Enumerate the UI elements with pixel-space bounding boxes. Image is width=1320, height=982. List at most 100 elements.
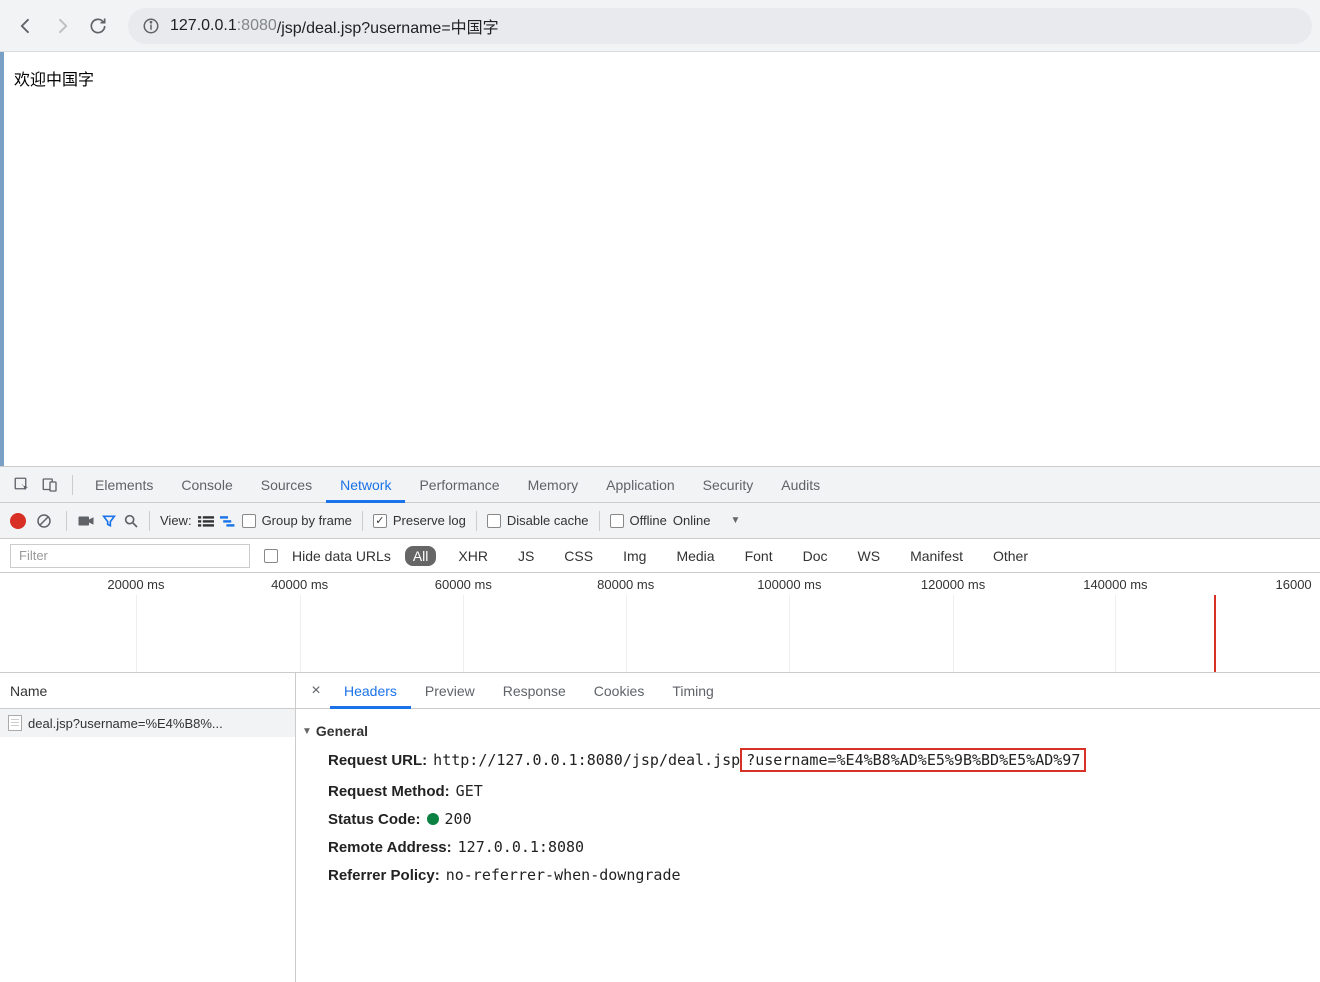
detail-tab-preview[interactable]: Preview bbox=[411, 673, 489, 709]
filter-placeholder: Filter bbox=[19, 548, 48, 563]
tab-memory[interactable]: Memory bbox=[514, 467, 593, 503]
offline-label: Offline bbox=[630, 513, 667, 528]
request-url-label: Request URL: bbox=[328, 752, 427, 769]
filter-css[interactable]: CSS bbox=[556, 546, 601, 566]
tab-performance[interactable]: Performance bbox=[405, 467, 513, 503]
tab-application[interactable]: Application bbox=[592, 467, 689, 503]
group-by-frame-label: Group by frame bbox=[262, 513, 352, 528]
document-icon bbox=[8, 715, 22, 731]
network-timeline[interactable]: 20000 ms 40000 ms 60000 ms 80000 ms 1000… bbox=[0, 573, 1320, 673]
filter-other[interactable]: Other bbox=[985, 546, 1036, 566]
offline-checkbox[interactable] bbox=[610, 514, 624, 528]
request-url-prefix: http://127.0.0.1:8080/jsp/deal.jsp bbox=[433, 751, 740, 769]
filter-img[interactable]: Img bbox=[615, 546, 654, 566]
tab-network[interactable]: Network bbox=[326, 467, 405, 503]
timeline-tick: 20000 ms bbox=[107, 577, 164, 592]
referrer-policy-label: Referrer Policy: bbox=[328, 867, 440, 884]
request-url-query-highlight: ?username=%E4%B8%AD%E5%9B%BD%E5%AD%97 bbox=[740, 748, 1086, 772]
address-bar[interactable]: 127.0.0.1:8080/jsp/deal.jsp?username=中国字 bbox=[128, 8, 1312, 44]
reload-button[interactable] bbox=[80, 8, 116, 44]
tab-console[interactable]: Console bbox=[167, 467, 246, 503]
filter-doc[interactable]: Doc bbox=[795, 546, 836, 566]
separator bbox=[599, 511, 600, 531]
filter-xhr[interactable]: XHR bbox=[450, 546, 496, 566]
timeline-tick: 100000 ms bbox=[757, 577, 821, 592]
remote-address-value: 127.0.0.1:8080 bbox=[458, 838, 584, 856]
list-view-icon[interactable] bbox=[198, 515, 214, 527]
preserve-log-checkbox[interactable] bbox=[373, 514, 387, 528]
section-general-label: General bbox=[316, 723, 368, 739]
filter-toggle-icon[interactable] bbox=[101, 513, 117, 529]
section-general[interactable]: General bbox=[302, 719, 1314, 743]
request-row[interactable]: deal.jsp?username=%E4%B8%... bbox=[0, 709, 295, 737]
status-dot-icon bbox=[427, 813, 439, 825]
filter-all[interactable]: All bbox=[405, 546, 437, 566]
url-path: /jsp/deal.jsp?username=中国字 bbox=[277, 14, 499, 38]
timeline-tick: 16000 bbox=[1276, 577, 1312, 592]
timeline-marker bbox=[1214, 595, 1216, 672]
request-list: Name deal.jsp?username=%E4%B8%... bbox=[0, 673, 296, 982]
tab-elements[interactable]: Elements bbox=[81, 467, 167, 503]
info-icon[interactable] bbox=[142, 17, 160, 35]
clear-button[interactable] bbox=[32, 512, 56, 530]
request-detail: × Headers Preview Response Cookies Timin… bbox=[296, 673, 1320, 982]
hide-data-urls-label: Hide data URLs bbox=[292, 548, 391, 564]
waterfall-view-icon[interactable] bbox=[220, 515, 236, 527]
preserve-log-label: Preserve log bbox=[393, 513, 466, 528]
browser-toolbar: 127.0.0.1:8080/jsp/deal.jsp?username=中国字 bbox=[0, 0, 1320, 52]
disable-cache-checkbox[interactable] bbox=[487, 514, 501, 528]
filter-media[interactable]: Media bbox=[668, 546, 722, 566]
timeline-grid bbox=[0, 595, 1320, 672]
throttling-value: Online bbox=[673, 513, 711, 528]
row-request-url: Request URL: http://127.0.0.1:8080/jsp/d… bbox=[302, 743, 1314, 777]
tab-audits[interactable]: Audits bbox=[767, 467, 834, 503]
throttling-select[interactable]: Online ▼ bbox=[673, 513, 740, 528]
dropdown-arrow-icon: ▼ bbox=[730, 515, 740, 526]
row-referrer-policy: Referrer Policy: no-referrer-when-downgr… bbox=[302, 861, 1314, 889]
search-icon[interactable] bbox=[123, 513, 139, 529]
view-label: View: bbox=[160, 513, 192, 528]
timeline-tick: 40000 ms bbox=[271, 577, 328, 592]
remote-address-label: Remote Address: bbox=[328, 839, 452, 856]
network-toolbar: View: Group by frame Preserve log Disabl… bbox=[0, 503, 1320, 539]
detail-tab-response[interactable]: Response bbox=[489, 673, 580, 709]
status-code-label: Status Code: bbox=[328, 811, 421, 828]
group-by-frame-checkbox[interactable] bbox=[242, 514, 256, 528]
timeline-tick: 140000 ms bbox=[1083, 577, 1147, 592]
hide-data-urls-checkbox[interactable] bbox=[264, 549, 278, 563]
forward-button[interactable] bbox=[44, 8, 80, 44]
back-button[interactable] bbox=[8, 8, 44, 44]
tab-sources[interactable]: Sources bbox=[247, 467, 326, 503]
filter-ws[interactable]: WS bbox=[850, 546, 889, 566]
detail-tab-timing[interactable]: Timing bbox=[658, 673, 728, 709]
separator bbox=[362, 511, 363, 531]
devtools-tabbar: Elements Console Sources Network Perform… bbox=[0, 467, 1320, 503]
separator bbox=[149, 511, 150, 531]
detail-tab-cookies[interactable]: Cookies bbox=[580, 673, 659, 709]
request-method-value: GET bbox=[456, 782, 483, 800]
tab-security[interactable]: Security bbox=[689, 467, 768, 503]
devtools-panel: Elements Console Sources Network Perform… bbox=[0, 466, 1320, 982]
request-list-header[interactable]: Name bbox=[0, 673, 295, 709]
detail-body: General Request URL: http://127.0.0.1:80… bbox=[296, 709, 1320, 982]
toggle-device-icon[interactable] bbox=[36, 471, 64, 499]
detail-tab-headers[interactable]: Headers bbox=[330, 673, 411, 709]
filter-manifest[interactable]: Manifest bbox=[902, 546, 971, 566]
timeline-tick: 120000 ms bbox=[921, 577, 985, 592]
close-detail-button[interactable]: × bbox=[302, 682, 330, 700]
separator bbox=[66, 511, 67, 531]
request-name: deal.jsp?username=%E4%B8%... bbox=[28, 716, 223, 731]
url-port: :8080 bbox=[237, 17, 277, 35]
camera-icon[interactable] bbox=[77, 514, 95, 528]
filter-font[interactable]: Font bbox=[737, 546, 781, 566]
filter-input[interactable]: Filter bbox=[10, 544, 250, 568]
inspect-element-icon[interactable] bbox=[8, 471, 36, 499]
filter-js[interactable]: JS bbox=[510, 546, 542, 566]
detail-tabbar: × Headers Preview Response Cookies Timin… bbox=[296, 673, 1320, 709]
timeline-tick: 60000 ms bbox=[435, 577, 492, 592]
divider bbox=[72, 475, 73, 495]
page-text: 欢迎中国字 bbox=[14, 72, 94, 89]
record-button[interactable] bbox=[10, 513, 26, 529]
row-status-code: Status Code: 200 bbox=[302, 805, 1314, 833]
separator bbox=[476, 511, 477, 531]
